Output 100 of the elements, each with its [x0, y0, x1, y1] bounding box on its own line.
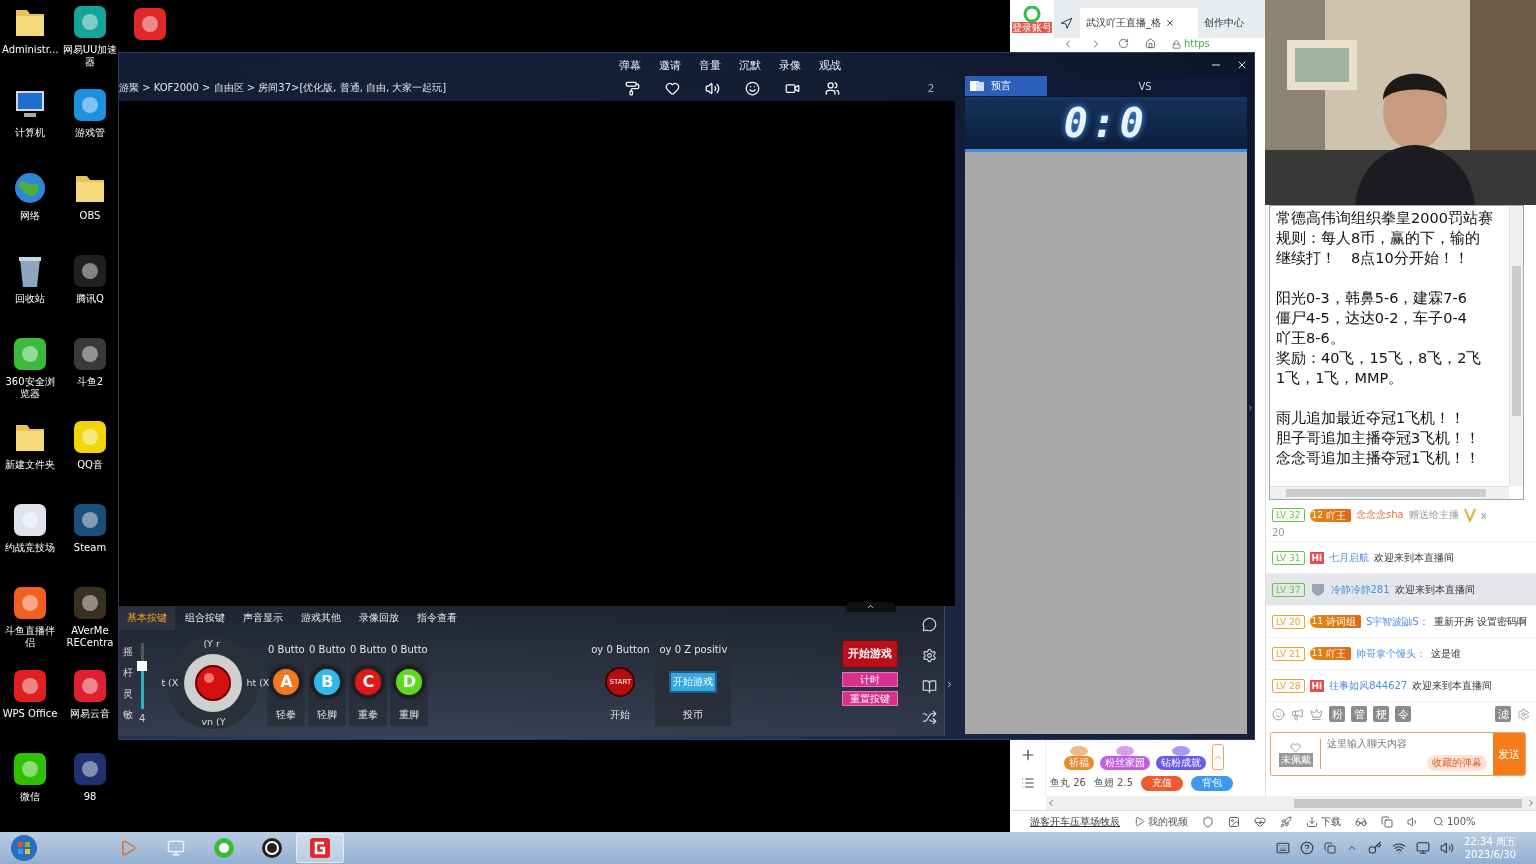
chat-tool-button[interactable]: 管 — [1351, 706, 1367, 722]
menu-icon[interactable] — [1020, 775, 1035, 790]
announcement-line: 雨儿追加最近夺冠1飞机！！ — [1276, 409, 1467, 428]
menu-item[interactable]: 邀请 — [659, 57, 681, 73]
network-icon[interactable] — [1324, 842, 1336, 854]
caret-icon — [866, 602, 875, 611]
my-videos-link[interactable]: 我的视频 — [1148, 814, 1188, 829]
user-name[interactable]: 念念念sha — [1355, 508, 1404, 522]
heart-pulse-icon[interactable] — [1254, 815, 1266, 828]
play-icon[interactable] — [1134, 816, 1145, 827]
chat-tool-button[interactable]: 梗 — [1373, 706, 1389, 722]
icon-label: Steam — [72, 542, 108, 554]
volume-icon[interactable] — [1440, 841, 1454, 855]
login-link[interactable]: 登录账号 — [1012, 21, 1052, 33]
arcade-button[interactable]: A — [271, 666, 302, 697]
megaphone-icon[interactable] — [1291, 707, 1304, 721]
chat-tool-button[interactable]: 令 — [1395, 706, 1411, 722]
zoom-level[interactable]: 100% — [1447, 816, 1476, 827]
expand-icon[interactable] — [1247, 404, 1254, 412]
refresh-icon[interactable] — [1118, 38, 1129, 49]
download-label[interactable]: 下载 — [1321, 814, 1341, 829]
arcade-button[interactable]: B — [312, 666, 343, 697]
button-label: 轻脚 — [317, 708, 338, 722]
obs-icon[interactable] — [261, 837, 283, 859]
backpack-button[interactable]: 背包 — [1191, 775, 1233, 791]
heart-icon[interactable] — [664, 80, 680, 96]
icon-label: 网络 — [19, 210, 41, 222]
gift-label[interactable]: 粉丝家园 — [1100, 756, 1150, 770]
zoom-icon[interactable] — [1433, 816, 1444, 827]
home-icon[interactable] — [1145, 38, 1156, 49]
gift-label[interactable]: 钻粉成就 — [1156, 756, 1206, 770]
user-link[interactable]: 游客开车压草场牧辰 — [1030, 814, 1120, 829]
browser-tab[interactable]: 创作中心 — [1198, 8, 1254, 38]
panel-tab[interactable]: 基本按键 — [119, 606, 175, 630]
browser-tab[interactable]: 武汉吖王直播_格 — [1080, 8, 1198, 38]
greeting-tag: Hi — [1309, 551, 1325, 564]
smile-icon[interactable] — [744, 80, 760, 96]
scroll-right-icon[interactable] — [1526, 798, 1536, 808]
joystick[interactable] — [167, 637, 260, 729]
menu-item[interactable]: 音量 — [699, 57, 721, 73]
user-name[interactable]: S宇智波鼬S： — [1365, 614, 1429, 629]
panel-tab[interactable]: 声音显示 — [235, 606, 291, 630]
button-label: 投币 — [683, 708, 704, 722]
game-app-icon[interactable] — [309, 837, 331, 859]
icon-label: 游戏管 — [74, 127, 106, 139]
user-name[interactable]: 冷静冷静281 — [1330, 582, 1390, 597]
timer-button[interactable]: 计时 — [841, 672, 898, 687]
arcade-button[interactable]: C — [353, 666, 384, 697]
start-game-button[interactable]: 开始游戏 — [841, 640, 898, 668]
keyboard-icon[interactable] — [1276, 841, 1290, 855]
panel-tab[interactable]: 录像回放 — [351, 606, 407, 630]
address-field[interactable]: https — [1184, 38, 1210, 50]
close-icon[interactable] — [1236, 59, 1248, 71]
download-icon[interactable] — [1306, 815, 1318, 828]
scrollbar[interactable] — [1270, 486, 1509, 499]
sensitivity-slider[interactable] — [140, 642, 144, 709]
wifi-icon[interactable] — [1392, 841, 1406, 855]
scrollbar[interactable] — [1046, 796, 1536, 810]
icon-label: 回收站 — [14, 293, 46, 305]
menu-item[interactable]: 弹幕 — [619, 57, 641, 73]
predict-button[interactable]: 预言 — [964, 76, 1047, 96]
menu-item[interactable]: 观战 — [819, 57, 841, 73]
help-icon[interactable] — [1300, 841, 1314, 855]
coin-button[interactable]: 开始游戏 — [669, 670, 718, 693]
recharge-button[interactable]: 充值 — [1141, 775, 1183, 791]
panel-tab[interactable]: 组合按键 — [177, 606, 233, 630]
image-icon[interactable] — [1228, 815, 1240, 828]
reset-keys-button[interactable]: 重置按键 — [841, 691, 898, 706]
glasses-icon[interactable] — [1355, 815, 1367, 828]
shield-icon[interactable] — [1202, 815, 1214, 828]
start-button[interactable] — [10, 834, 38, 862]
navigation-icon[interactable] — [1060, 16, 1073, 30]
menu-item[interactable]: 沉默 — [739, 57, 761, 73]
vs-label: VS — [1138, 80, 1152, 92]
display-icon[interactable] — [1416, 841, 1430, 855]
browser-icon[interactable] — [213, 837, 235, 859]
rocket-icon[interactable] — [1280, 815, 1292, 828]
panel-tab[interactable]: 指令查看 — [409, 606, 465, 630]
scroll-left-icon[interactable] — [1046, 798, 1056, 808]
users-icon[interactable] — [824, 80, 840, 96]
menu-item[interactable]: 录像 — [779, 57, 801, 73]
chat-tool-button[interactable]: 粉 — [1329, 706, 1345, 722]
shuffle-icon[interactable] — [922, 710, 937, 725]
scrollbar[interactable] — [1509, 206, 1523, 486]
close-icon[interactable] — [1165, 18, 1175, 28]
gift-label[interactable]: 祈福 — [1064, 756, 1094, 770]
user-name[interactable]: 七月启航 — [1329, 550, 1370, 565]
key-icon[interactable] — [1368, 841, 1382, 855]
filter-button[interactable]: 滤 — [1495, 706, 1511, 722]
paint-roller-icon[interactable] — [624, 80, 640, 96]
icon-label: 微信 — [19, 791, 41, 803]
user-name[interactable]: 往事如风844627 — [1329, 678, 1408, 693]
panel-tab[interactable]: 游戏其他 — [293, 606, 349, 630]
user-name[interactable]: 帅哥拿个馒头： — [1355, 646, 1426, 661]
announcement-line: 继续打！ 8点10分开始！！ — [1276, 249, 1470, 268]
level-badge: LV 31 — [1272, 550, 1305, 565]
book-icon[interactable] — [922, 679, 937, 694]
chat-icon[interactable] — [922, 617, 937, 632]
window-icon[interactable] — [1381, 815, 1393, 828]
volume-icon[interactable] — [704, 80, 720, 96]
